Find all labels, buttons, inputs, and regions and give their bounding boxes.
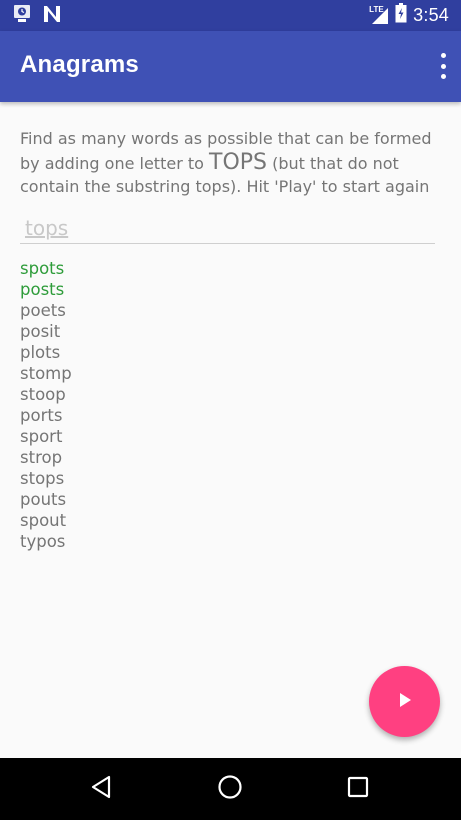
word-item: spout (20, 511, 67, 530)
screen: LTE 3:54 Anagrams Find as many words as … (0, 0, 461, 820)
word-list: spots posts poets posit plots stomp stoop ports… (20, 258, 72, 552)
overflow-dot (440, 74, 446, 79)
n-icon (42, 5, 62, 27)
play-icon (396, 691, 414, 713)
starting-word: TOPS (209, 149, 268, 175)
overflow-dot (440, 63, 446, 69)
status-time: 3:54 (413, 4, 449, 25)
word-item: spots (20, 259, 65, 278)
home-button[interactable] (216, 775, 244, 803)
overflow-dot (440, 53, 446, 58)
back-icon (89, 774, 115, 804)
navigation-bar (0, 758, 461, 820)
recents-icon (345, 774, 371, 804)
word-item: ports (20, 406, 63, 425)
word-item: plots (20, 343, 61, 362)
home-icon (217, 774, 243, 804)
recents-button[interactable] (344, 775, 372, 803)
word-item: stoop (20, 385, 66, 404)
status-right-icons: LTE 3:54 (369, 3, 449, 27)
back-button[interactable] (88, 775, 116, 803)
word-item: sport (20, 427, 63, 446)
word-item: poets (20, 301, 66, 320)
signal-icon: LTE (369, 5, 389, 24)
word-item: typos (20, 532, 66, 551)
word-item: posts (20, 280, 65, 299)
app-title: Anagrams (20, 51, 139, 78)
word-input[interactable] (20, 212, 435, 244)
word-item: stomp (20, 364, 72, 383)
alarm-icon (12, 4, 32, 28)
overflow-menu-icon[interactable] (439, 53, 447, 79)
status-left-icons (12, 4, 62, 28)
app-bar: Anagrams (0, 31, 461, 102)
word-item: strop (20, 448, 63, 467)
word-item: posit (20, 322, 61, 341)
play-button[interactable] (369, 666, 440, 737)
word-item: pouts (20, 490, 67, 509)
status-bar: LTE 3:54 (0, 0, 461, 31)
word-item: stops (20, 469, 65, 488)
battery-icon (395, 3, 407, 27)
instructions-text: Find as many words as possible that can … (20, 127, 445, 199)
